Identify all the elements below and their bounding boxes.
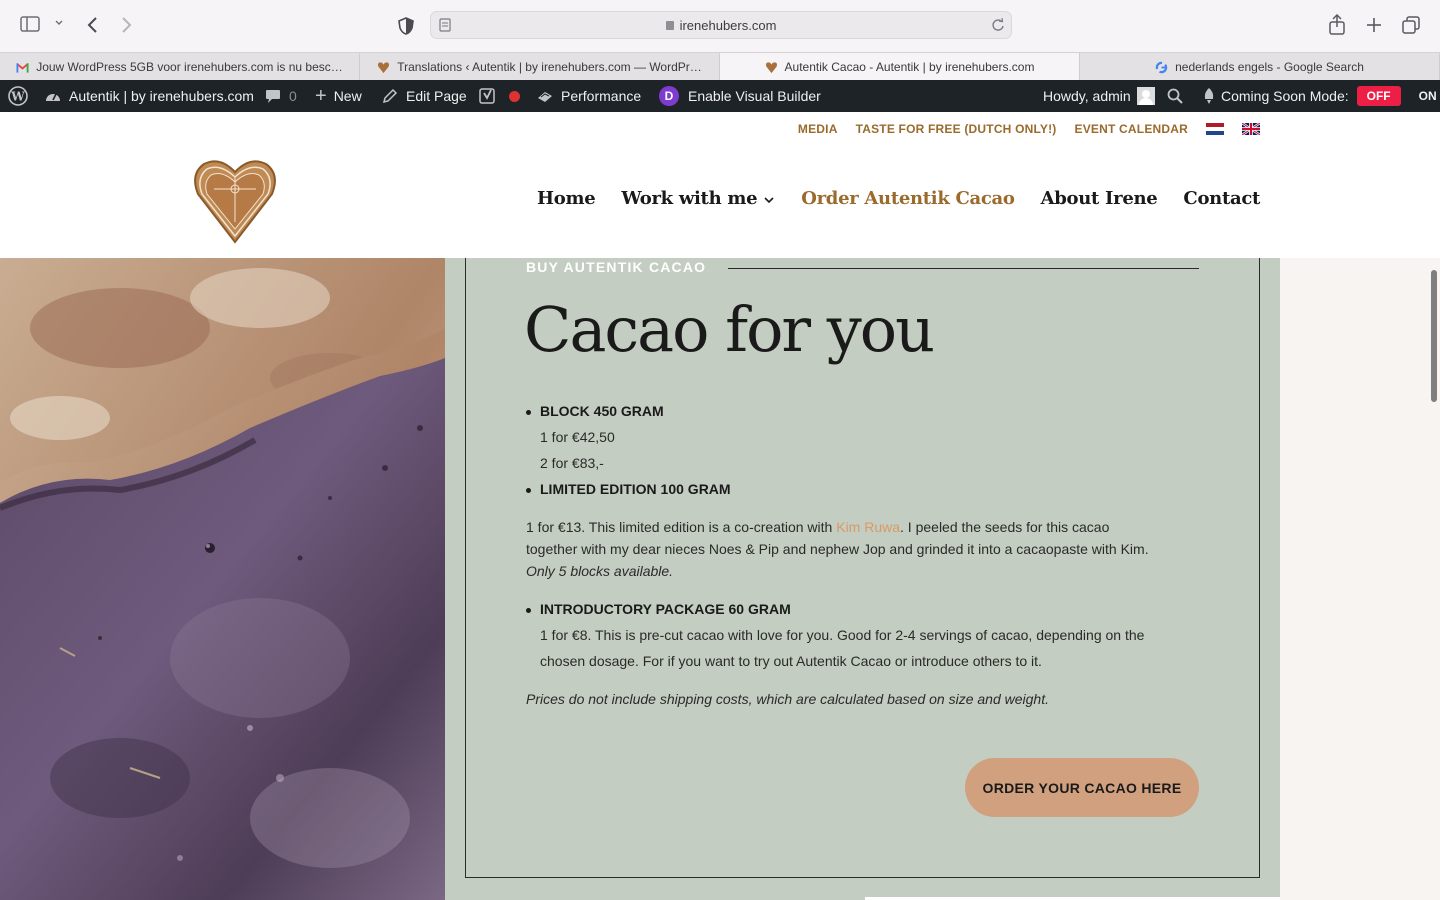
dashboard-icon bbox=[46, 93, 60, 101]
sidebar-toggle-icon[interactable] bbox=[20, 16, 40, 32]
visual-builder-item[interactable]: D Enable Visual Builder bbox=[659, 80, 821, 112]
address-bar[interactable]: irenehubers.com bbox=[430, 11, 1012, 39]
forward-icon[interactable] bbox=[121, 16, 133, 34]
account-item[interactable]: Howdy, admin bbox=[1043, 80, 1155, 112]
bullet-icon bbox=[526, 488, 531, 493]
tab-title: Autentik Cacao - Autentik | by irenehube… bbox=[784, 60, 1035, 74]
price-line: 2 for €83,- bbox=[540, 455, 604, 471]
comment-icon bbox=[266, 89, 280, 103]
item-heading: INTRODUCTORY PACKAGE 60 GRAM bbox=[540, 601, 791, 617]
bullet-icon bbox=[526, 608, 531, 613]
performance-item[interactable]: Performance bbox=[536, 80, 641, 112]
yoast-item[interactable] bbox=[479, 80, 520, 112]
dutch-flag-icon[interactable] bbox=[1206, 123, 1224, 135]
scrollbar[interactable] bbox=[1431, 270, 1437, 402]
share-icon[interactable] bbox=[1328, 14, 1346, 36]
site-name-item[interactable]: Autentik | by irenehubers.com bbox=[44, 80, 254, 112]
bullet-icon bbox=[526, 410, 531, 415]
comment-count: 0 bbox=[289, 88, 297, 104]
shipping-note: Prices do not include shipping costs, wh… bbox=[526, 691, 1049, 707]
page-background bbox=[1280, 258, 1440, 900]
tab-title: Translations ‹ Autentik | by irenehubers… bbox=[397, 60, 702, 74]
kim-ruwa-link[interactable]: Kim Ruwa bbox=[836, 519, 900, 535]
edit-page-item[interactable]: Edit Page bbox=[382, 80, 467, 112]
google-icon bbox=[1155, 61, 1168, 73]
item-heading: LIMITED EDITION 100 GRAM bbox=[540, 481, 731, 497]
coming-soon-off-toggle[interactable]: OFF bbox=[1356, 86, 1401, 106]
tab-translations[interactable]: Translations ‹ Autentik | by irenehubers… bbox=[360, 53, 720, 81]
eyebrow-divider bbox=[728, 268, 1199, 269]
tab-google-search[interactable]: nederlands engels - Google Search bbox=[1080, 53, 1440, 81]
top-navigation: MEDIA TASTE FOR FREE (DUTCH ONLY!) EVENT… bbox=[798, 122, 1260, 136]
cacao-photo bbox=[0, 258, 445, 900]
visual-builder-label: Enable Visual Builder bbox=[688, 88, 821, 104]
tab-gmail[interactable]: Jouw WordPress 5GB voor irenehubers.com … bbox=[0, 53, 360, 81]
description-text: 1 for €13. This limited edition is a co-… bbox=[526, 519, 837, 535]
nav-work-with-me-label: Work with me bbox=[621, 188, 758, 209]
site-name: Autentik | by irenehubers.com bbox=[69, 88, 254, 104]
tab-title: nederlands engels - Google Search bbox=[1175, 60, 1364, 74]
coming-soon-on-toggle[interactable]: ON bbox=[1419, 89, 1437, 103]
site-header: MEDIA TASTE FOR FREE (DUTCH ONLY!) EVENT… bbox=[0, 112, 1440, 258]
browser-toolbar: irenehubers.com bbox=[0, 0, 1440, 52]
pencil-icon bbox=[382, 88, 398, 104]
coming-soon-label: Coming Soon Mode: bbox=[1221, 88, 1349, 104]
chevron-down-icon bbox=[764, 197, 774, 204]
heart-favicon bbox=[378, 61, 390, 73]
privacy-shield-icon[interactable] bbox=[398, 17, 414, 35]
lock-icon bbox=[665, 21, 674, 30]
chevron-down-icon[interactable] bbox=[54, 19, 64, 27]
tab-bar: Jouw WordPress 5GB voor irenehubers.com … bbox=[0, 52, 1440, 81]
page-title: Cacao for you bbox=[524, 293, 935, 366]
yoast-icon bbox=[479, 88, 495, 104]
autentik-heart-logo[interactable] bbox=[190, 156, 280, 246]
description-text: together with my dear nieces Noes & Pip … bbox=[526, 541, 1149, 557]
seo-status-dot bbox=[509, 90, 520, 102]
comments-item[interactable]: 0 bbox=[265, 80, 297, 112]
price-line: 1 for €42,50 bbox=[540, 429, 615, 445]
coming-soon-item[interactable]: Coming Soon Mode: OFF ON bbox=[1203, 80, 1437, 112]
svg-text:W: W bbox=[10, 90, 25, 104]
package-description: chosen dosage. For if you want to try ou… bbox=[540, 653, 1042, 669]
description-text: . I peeled the seeds for this cacao bbox=[900, 519, 1110, 535]
gmail-icon bbox=[16, 62, 29, 73]
section-eyebrow: BUY AUTENTIK CACAO bbox=[526, 259, 707, 275]
limited-edition-description: 1 for €13. This limited edition is a co-… bbox=[526, 516, 1206, 582]
search-icon[interactable] bbox=[1167, 80, 1183, 112]
howdy-label: Howdy, admin bbox=[1043, 88, 1131, 104]
tab-title: Jouw WordPress 5GB voor irenehubers.com … bbox=[36, 60, 343, 74]
availability-note: Only 5 blocks available. bbox=[526, 563, 674, 579]
nav-home[interactable]: Home bbox=[537, 188, 596, 209]
nav-work-with-me[interactable]: Work with me bbox=[621, 188, 775, 209]
nav-contact[interactable]: Contact bbox=[1183, 188, 1260, 209]
package-description: 1 for €8. This is pre-cut cacao with lov… bbox=[540, 627, 1145, 643]
tab-autentik-cacao[interactable]: Autentik Cacao - Autentik | by irenehube… bbox=[720, 53, 1080, 81]
back-icon[interactable] bbox=[86, 16, 98, 34]
plus-icon: + bbox=[315, 84, 327, 107]
main-navigation: Home Work with me Order Autentik Cacao A… bbox=[537, 188, 1260, 209]
wordpress-logo-icon[interactable]: W bbox=[8, 80, 28, 112]
uk-flag-icon[interactable] bbox=[1242, 123, 1260, 135]
new-tab-icon[interactable] bbox=[1366, 17, 1382, 33]
order-cacao-button[interactable]: ORDER YOUR CACAO HERE bbox=[965, 758, 1199, 817]
heart-favicon bbox=[765, 61, 777, 73]
divi-icon: D bbox=[659, 86, 679, 106]
performance-label: Performance bbox=[561, 88, 642, 104]
new-label: New bbox=[333, 88, 362, 104]
new-item[interactable]: + New bbox=[315, 80, 362, 112]
edit-page-label: Edit Page bbox=[406, 88, 467, 104]
avatar bbox=[1136, 87, 1155, 105]
tab-overview-icon[interactable] bbox=[1402, 16, 1420, 34]
performance-icon bbox=[538, 92, 552, 102]
nav-order-autentik-cacao[interactable]: Order Autentik Cacao bbox=[801, 188, 1015, 209]
nav-about-irene[interactable]: About Irene bbox=[1041, 188, 1158, 209]
wp-admin-bar: W Autentik | by irenehubers.com 0 + New … bbox=[0, 80, 1440, 112]
item-heading: BLOCK 450 GRAM bbox=[540, 403, 664, 419]
url-text: irenehubers.com bbox=[679, 18, 777, 33]
nav-taste-for-free[interactable]: TASTE FOR FREE (DUTCH ONLY!) bbox=[856, 122, 1057, 136]
reload-icon[interactable] bbox=[991, 18, 1005, 32]
nav-media[interactable]: MEDIA bbox=[798, 122, 838, 136]
nav-event-calendar[interactable]: EVENT CALENDAR bbox=[1075, 122, 1188, 136]
rocket-icon bbox=[1204, 88, 1214, 104]
